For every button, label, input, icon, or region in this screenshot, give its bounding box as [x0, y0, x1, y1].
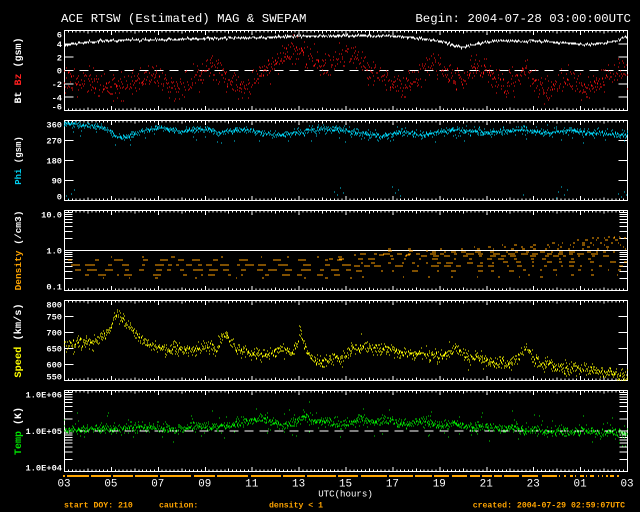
- svg-text:07: 07: [151, 479, 164, 491]
- svg-text:4: 4: [57, 40, 62, 50]
- svg-text:1.0E+04: 1.0E+04: [26, 464, 63, 474]
- svg-text:1.0: 1.0: [46, 247, 62, 257]
- svg-text:start DOY: 210: start DOY: 210: [64, 502, 133, 511]
- svg-text:-2: -2: [52, 80, 62, 90]
- svg-text:Temp (K): Temp (K): [13, 407, 25, 455]
- svg-text:Speed (km/s): Speed (km/s): [13, 303, 25, 377]
- svg-text:180: 180: [46, 157, 62, 167]
- svg-text:0: 0: [57, 193, 62, 203]
- svg-text:05: 05: [104, 479, 117, 491]
- svg-text:17: 17: [386, 479, 399, 491]
- svg-text:caution:: caution:: [159, 501, 198, 511]
- svg-text:1.0E+06: 1.0E+06: [26, 391, 63, 401]
- svg-text:10.0: 10.0: [41, 211, 62, 221]
- svg-text:03: 03: [57, 479, 70, 491]
- svg-text:Phi (gsm): Phi (gsm): [14, 136, 24, 185]
- svg-text:created: 2004-07-29 02:59:07U: created: 2004-07-29 02:59:07UTC: [473, 501, 625, 511]
- svg-text:800: 800: [46, 301, 62, 311]
- svg-text:-6: -6: [52, 103, 62, 113]
- svg-text:01: 01: [574, 479, 588, 491]
- svg-text:Begin: 2004-07-28 03:00:00UTC: Begin: 2004-07-28 03:00:00UTC: [415, 12, 631, 26]
- svg-text:13: 13: [292, 479, 305, 491]
- svg-text:23: 23: [527, 479, 540, 491]
- svg-text:600: 600: [46, 361, 62, 371]
- svg-text:550: 550: [46, 373, 62, 383]
- svg-text:750: 750: [46, 313, 62, 323]
- svg-text:UTC(hours): UTC(hours): [318, 489, 373, 500]
- svg-text:ACE RTSW (Estimated) MAG & SWE: ACE RTSW (Estimated) MAG & SWEPAM: [61, 12, 306, 26]
- svg-text:0: 0: [57, 67, 62, 77]
- svg-text:2: 2: [57, 53, 62, 63]
- svg-text:650: 650: [46, 345, 62, 355]
- svg-text:density < 1: density < 1: [269, 501, 323, 511]
- svg-text:700: 700: [46, 329, 62, 339]
- svg-text:Density (/cm3): Density (/cm3): [13, 211, 24, 291]
- svg-text:09: 09: [198, 479, 211, 491]
- svg-text:03: 03: [620, 479, 633, 491]
- svg-text:21: 21: [480, 479, 494, 491]
- svg-text:Bt Bz (gsm): Bt Bz (gsm): [13, 37, 25, 103]
- svg-text:19: 19: [433, 479, 446, 491]
- svg-text:11: 11: [245, 479, 259, 491]
- svg-text:1.0E+05: 1.0E+05: [26, 427, 63, 437]
- svg-text:360: 360: [46, 121, 62, 131]
- svg-text:0.1: 0.1: [46, 283, 62, 293]
- svg-text:270: 270: [46, 137, 62, 147]
- svg-text:90: 90: [52, 177, 62, 187]
